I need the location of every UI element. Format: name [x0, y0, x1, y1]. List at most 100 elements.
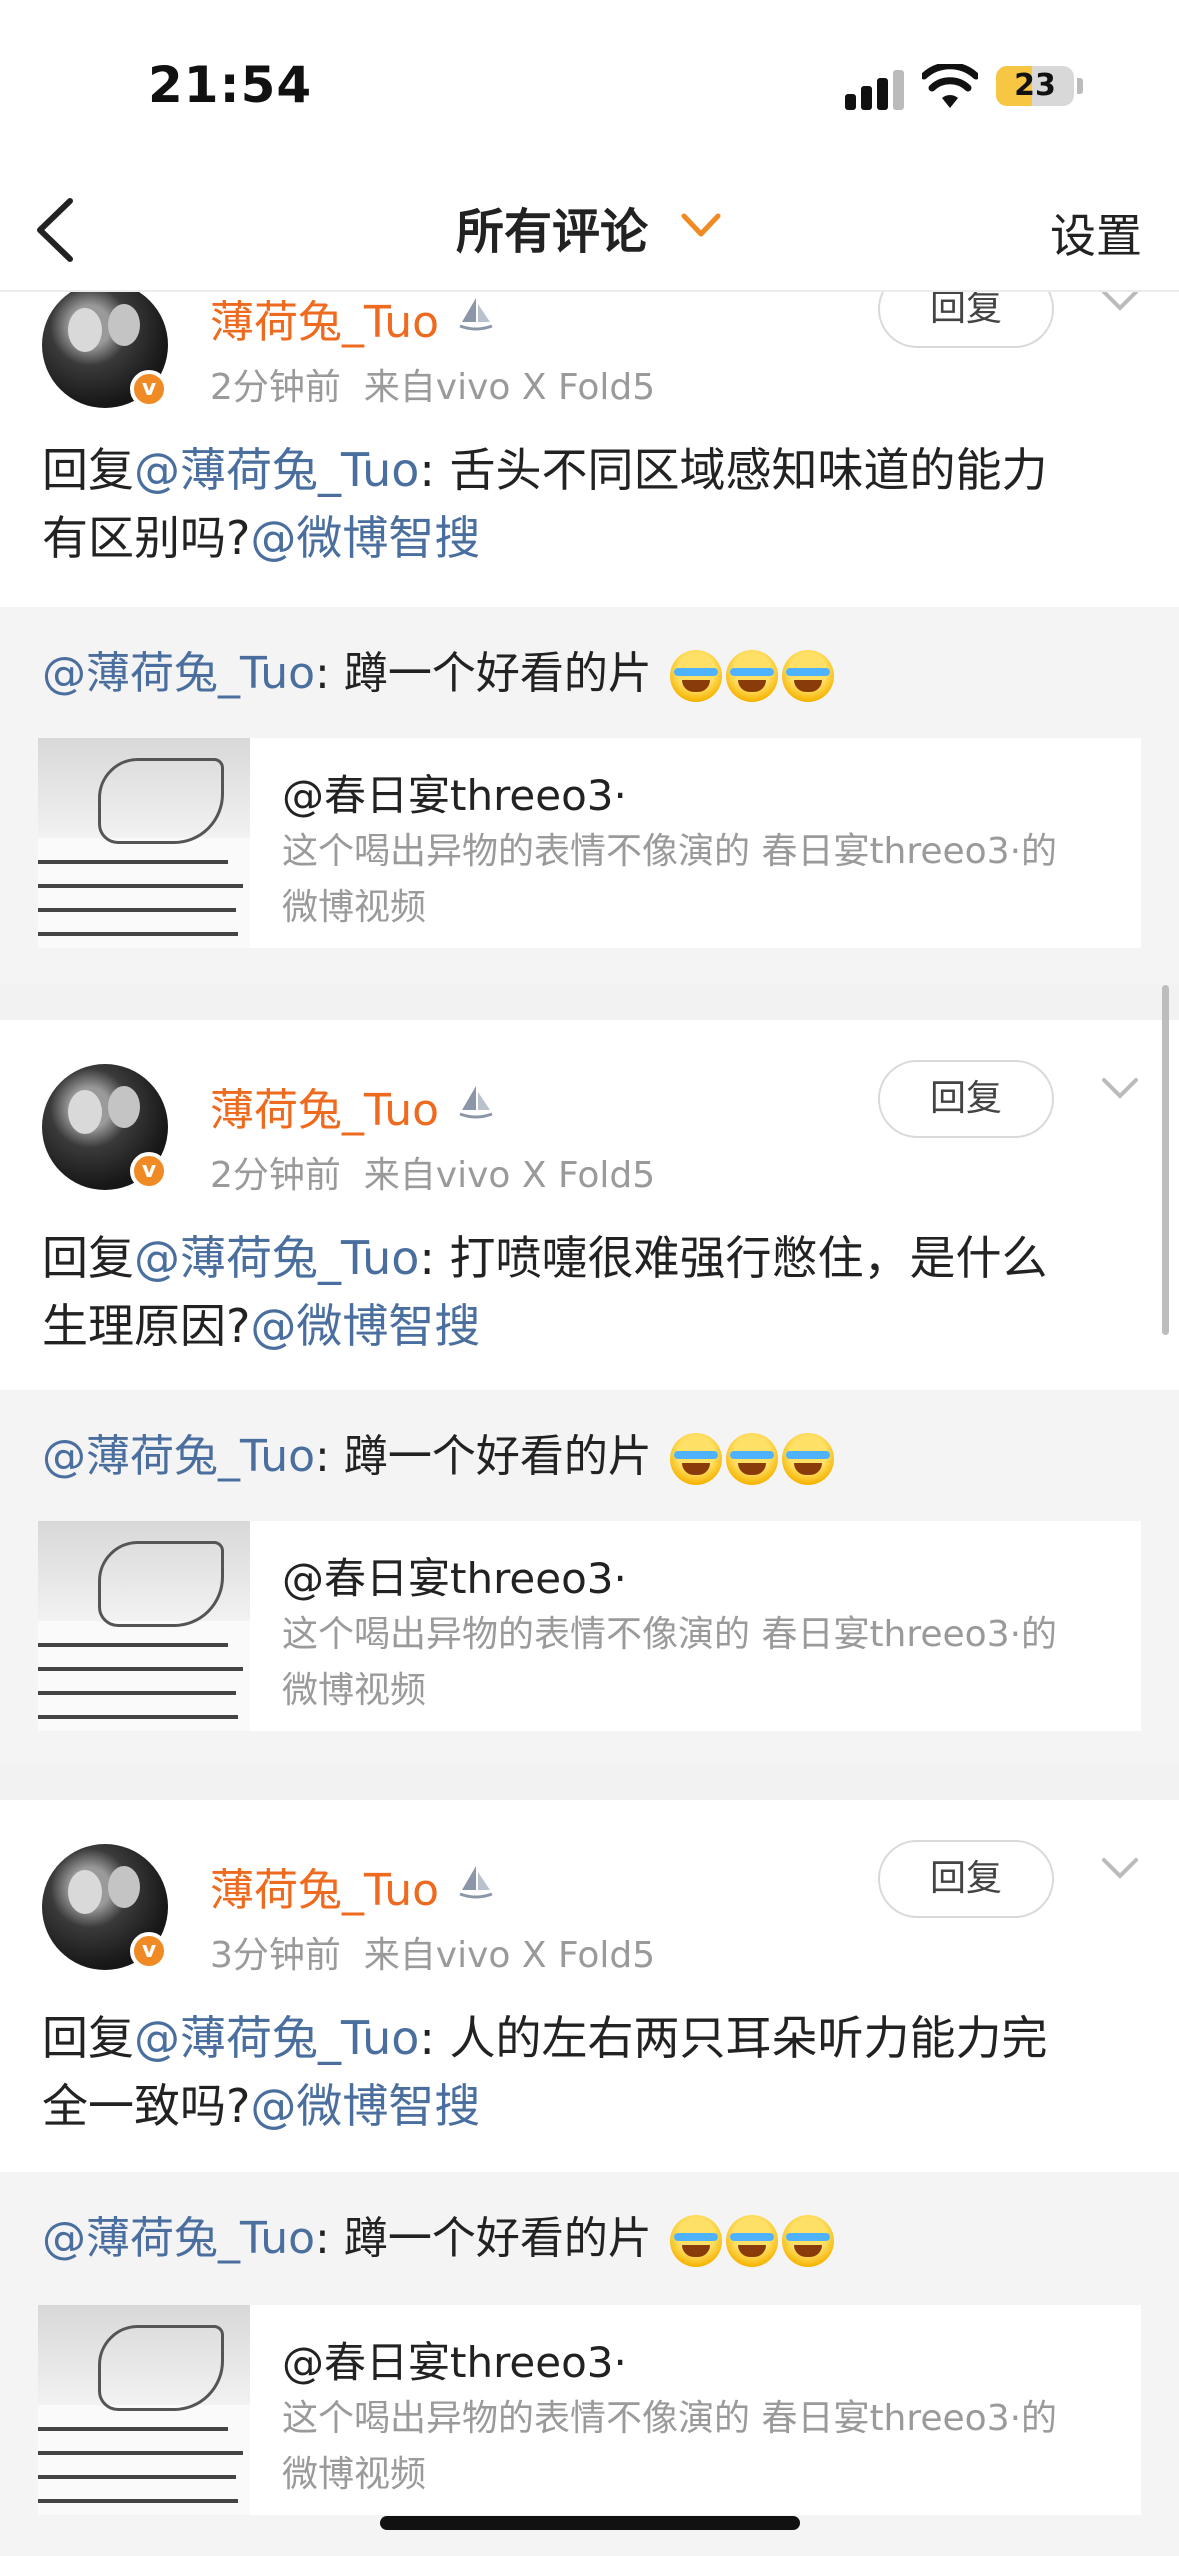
comment-body: : 舌头不同区域感知味道的能力 [419, 443, 1048, 497]
comment-text: 回复@薄荷兔_Tuo: 人的左右两只耳朵听力能力完 全一致吗?@微博智搜 [42, 2004, 1142, 2140]
avatar[interactable]: v [42, 1064, 168, 1190]
reply-button[interactable]: 回复 [878, 1840, 1054, 1918]
card-title: @春日宴threeo3· [282, 1554, 627, 1603]
laugh-cry-emoji-icon [781, 2215, 834, 2267]
comment-source: 来自vivo X Fold5 [363, 367, 656, 408]
home-indicator[interactable] [380, 2516, 800, 2530]
battery-tip [1077, 78, 1083, 94]
v-verified-icon: v [130, 1152, 168, 1190]
mention-link[interactable]: @微博智搜 [250, 1299, 480, 1353]
comment-body: : 人的左右两只耳朵听力能力完 [419, 2011, 1048, 2065]
laugh-cry-emoji-icon [725, 2215, 778, 2267]
video-card[interactable]: @春日宴threeo3· 这个喝出异物的表情不像演的 春日宴threeo3·的微… [38, 1521, 1141, 1731]
comment-body-line2: 全一致吗? [42, 2079, 251, 2133]
card-title: @春日宴threeo3· [282, 2338, 627, 2387]
laugh-cry-emoji-icon [725, 1433, 778, 1485]
chevron-down-icon[interactable] [1100, 1854, 1140, 1882]
card-desc-line: 这个喝出异物的表情不像演的 春日宴threeo3·的 [282, 2398, 1058, 2439]
video-card[interactable]: @春日宴threeo3· 这个喝出异物的表情不像演的 春日宴threeo3·的微… [38, 2305, 1141, 2515]
card-desc-line: 微博视频 [282, 1670, 427, 1711]
repost-body: : 蹲一个好看的片 [315, 648, 652, 699]
chevron-down-icon[interactable] [1100, 292, 1140, 314]
sailboat-badge-icon [459, 1866, 493, 1899]
v-verified-icon: v [130, 1932, 168, 1970]
laugh-cry-emoji-icon [669, 1433, 722, 1485]
mention-link[interactable]: @薄荷兔_Tuo [134, 443, 419, 497]
card-description: 这个喝出异物的表情不像演的 春日宴threeo3·的 微博视频 [282, 1607, 1112, 1719]
repost-text: @薄荷兔_Tuo: 蹲一个好看的片 [42, 637, 834, 702]
comment-time: 2分钟前 [210, 367, 341, 408]
mention-link[interactable]: @薄荷兔_Tuo [42, 1431, 315, 1482]
reply-prefix: 回复 [42, 443, 134, 497]
comment-item[interactable]: v 薄荷兔_Tuo 2分钟前 来自vivo X Fold5 回复 回复@薄荷兔_… [0, 1020, 1179, 1390]
chevron-left-icon[interactable] [30, 195, 80, 265]
comment-time: 3分钟前 [210, 1935, 341, 1976]
comment-body-line2: 有区别吗? [42, 511, 251, 565]
card-desc-line: 这个喝出异物的表情不像演的 春日宴threeo3·的 [282, 1614, 1058, 1655]
video-thumbnail[interactable] [38, 1521, 250, 1731]
sailboat-badge-icon [459, 1086, 493, 1119]
comment-text: 回复@薄荷兔_Tuo: 舌头不同区域感知味道的能力 有区别吗?@微博智搜 [42, 436, 1142, 572]
reply-prefix: 回复 [42, 1231, 134, 1285]
wifi-icon [922, 64, 978, 108]
mention-link[interactable]: @薄荷兔_Tuo [134, 1231, 419, 1285]
comment-item[interactable]: v 薄荷兔_Tuo 3分钟前 来自vivo X Fold5 回复 回复@薄荷兔_… [0, 1800, 1179, 2172]
chevron-down-icon[interactable] [1100, 1074, 1140, 1102]
scrollbar[interactable] [1162, 985, 1169, 1335]
comment-meta: 3分钟前 来自vivo X Fold5 [210, 1926, 655, 1978]
v-verified-icon: v [130, 370, 168, 408]
username[interactable]: 薄荷兔_Tuo [210, 1854, 439, 1918]
comment-text: 回复@薄荷兔_Tuo: 打喷嚏很难强行憋住，是什么 生理原因?@微博智搜 [42, 1224, 1142, 1360]
mention-link[interactable]: @薄荷兔_Tuo [42, 2213, 315, 2264]
comment-meta: 2分钟前 来自vivo X Fold5 [210, 358, 655, 410]
username[interactable]: 薄荷兔_Tuo [210, 1074, 439, 1138]
mention-link[interactable]: @薄荷兔_Tuo [134, 2011, 419, 2065]
card-desc-line: 这个喝出异物的表情不像演的 春日宴threeo3·的 [282, 831, 1058, 872]
card-desc-line: 微博视频 [282, 2454, 427, 2495]
comment-time: 2分钟前 [210, 1155, 341, 1196]
card-title: @春日宴threeo3· [282, 771, 627, 820]
battery-icon: 23 [996, 66, 1074, 106]
repost-block[interactable]: @薄荷兔_Tuo: 蹲一个好看的片 @春日宴threeo3· 这个喝出异物的表情… [0, 2172, 1179, 2556]
repost-block[interactable]: @薄荷兔_Tuo: 蹲一个好看的片 @春日宴threeo3· 这个喝出异物的表情… [0, 1390, 1179, 1765]
status-time: 21:54 [148, 56, 313, 114]
repost-body: : 蹲一个好看的片 [315, 2213, 652, 2264]
section-gap [0, 1765, 1179, 1800]
repost-body: : 蹲一个好看的片 [315, 1431, 652, 1482]
video-card[interactable]: @春日宴threeo3· 这个喝出异物的表情不像演的 春日宴threeo3·的微… [38, 738, 1141, 948]
battery-level: 23 [1014, 68, 1056, 103]
cellular-signal-icon [845, 70, 907, 110]
chevron-down-icon[interactable] [680, 210, 722, 240]
comment-source: 来自vivo X Fold5 [363, 1155, 656, 1196]
avatar[interactable]: v [42, 1844, 168, 1970]
mention-link[interactable]: @薄荷兔_Tuo [42, 648, 315, 699]
mention-link[interactable]: @微博智搜 [250, 2079, 480, 2133]
mention-link[interactable]: @微博智搜 [250, 511, 480, 565]
comment-meta: 2分钟前 来自vivo X Fold5 [210, 1146, 655, 1198]
comment-source: 来自vivo X Fold5 [363, 1935, 656, 1976]
laugh-cry-emoji-icon [669, 650, 722, 702]
reply-button[interactable]: 回复 [878, 1060, 1054, 1138]
laugh-cry-emoji-icon [781, 650, 834, 702]
page-title[interactable]: 所有评论 [456, 192, 648, 262]
comment-body-line2: 生理原因? [42, 1299, 251, 1353]
comment-body: : 打喷嚏很难强行憋住，是什么 [419, 1231, 1048, 1285]
reply-prefix: 回复 [42, 2011, 134, 2065]
card-description: 这个喝出异物的表情不像演的 春日宴threeo3·的 微博视频 [282, 2391, 1112, 2503]
reply-button[interactable]: 回复 [878, 292, 1054, 348]
repost-block[interactable]: @薄荷兔_Tuo: 蹲一个好看的片 @春日宴threeo3· 这个喝出异物的表情… [0, 607, 1179, 985]
section-gap [0, 985, 1179, 1020]
card-description: 这个喝出异物的表情不像演的 春日宴threeo3·的 微博视频 [282, 824, 1112, 936]
comment-item[interactable]: v 薄荷兔_Tuo 2分钟前 来自vivo X Fold5 回复 回复@薄荷兔_… [0, 292, 1179, 607]
avatar[interactable]: v [42, 292, 168, 408]
laugh-cry-emoji-icon [725, 650, 778, 702]
sailboat-badge-icon [459, 298, 493, 331]
laugh-cry-emoji-icon [781, 1433, 834, 1485]
username[interactable]: 薄荷兔_Tuo [210, 292, 439, 350]
settings-button[interactable]: 设置 [1050, 200, 1142, 266]
video-thumbnail[interactable] [38, 738, 250, 948]
repost-text: @薄荷兔_Tuo: 蹲一个好看的片 [42, 1420, 834, 1485]
card-desc-line: 微博视频 [282, 887, 427, 928]
laugh-cry-emoji-icon [669, 2215, 722, 2267]
video-thumbnail[interactable] [38, 2305, 250, 2515]
